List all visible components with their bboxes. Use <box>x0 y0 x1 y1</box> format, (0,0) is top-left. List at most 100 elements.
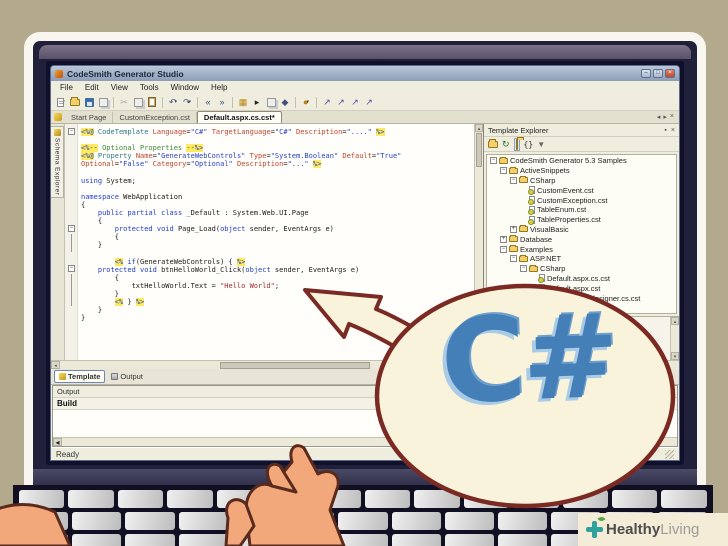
tab-customexception-cst[interactable]: CustomException.cst <box>113 112 197 123</box>
generate-icon[interactable]: ● ▾ <box>300 96 312 108</box>
keyboard-key <box>125 534 175 546</box>
tree-item-label: ASP.NET <box>530 254 562 264</box>
tree-item[interactable]: CustomEvent.cst <box>487 185 676 196</box>
scroll-up-icon[interactable]: ▴ <box>671 317 679 325</box>
collapse-icon[interactable]: − <box>520 265 527 273</box>
keyboard-key <box>19 534 69 546</box>
subpanel-scrollbar[interactable]: ▴ ▾ <box>670 317 679 360</box>
template-explorer-toolbar: ↻ {} ▼ <box>484 137 679 152</box>
expand-icon[interactable]: + <box>500 235 507 243</box>
outline-collapse-box[interactable]: − <box>68 265 75 272</box>
open-folder-icon[interactable] <box>488 138 498 148</box>
braces-icon[interactable]: {} <box>524 140 534 149</box>
maximize-button[interactable]: □ <box>653 69 663 78</box>
code-line: <%-- Optional Properties --%> <box>81 144 204 153</box>
cut-icon[interactable]: ✂ <box>118 96 130 108</box>
tree-item[interactable]: − CSharp <box>487 264 676 274</box>
tab-default-aspx-cs-cst-[interactable]: Default.aspx.cs.cst* <box>196 111 282 123</box>
close-icon[interactable]: × <box>671 127 675 134</box>
tab-scroll-left-icon[interactable]: ◂ <box>657 113 661 121</box>
toolbar-separator <box>316 96 317 108</box>
tree-item[interactable]: TableProperties.cst <box>487 215 676 225</box>
tree-item-label: Database <box>520 234 553 244</box>
tab-template[interactable]: Template <box>54 370 106 383</box>
sync-icon[interactable]: ↻ <box>502 139 510 150</box>
tree-item[interactable]: − CSharp <box>487 176 676 186</box>
scroll-down-icon[interactable]: ▾ <box>671 352 679 360</box>
folder-view-icon[interactable] <box>513 137 520 151</box>
expand-icon[interactable]: + <box>510 225 517 233</box>
undo-icon[interactable]: ↶ ▾ <box>167 96 179 108</box>
copy-output-glyph <box>266 97 276 107</box>
template-explorer-titlebar[interactable]: Template Explorer ▪ × <box>484 124 679 137</box>
menu-view[interactable]: View <box>105 83 134 92</box>
view-code-icon[interactable]: ◆ <box>279 96 291 108</box>
tree-item[interactable]: − CodeSmith Generator 5.3 Samples <box>487 156 676 166</box>
folder-icon <box>509 245 518 253</box>
outline-collapse-box[interactable]: − <box>68 128 75 135</box>
template-explorer-title: Template Explorer <box>488 125 549 135</box>
collapse-icon[interactable]: − <box>500 167 507 175</box>
tab-scroll-right-icon[interactable]: ▸ <box>663 113 667 121</box>
snippet-3-icon[interactable]: ↗ <box>349 96 361 108</box>
output-scrollbar[interactable]: ◂ <box>53 437 677 447</box>
redo-icon[interactable]: ↷ ▾ <box>181 96 193 108</box>
build-icon[interactable]: ▦ <box>237 96 249 108</box>
save-icon[interactable] <box>83 96 95 108</box>
tree-item[interactable]: CustomException.cst <box>487 195 676 206</box>
uncomment-icon[interactable]: « <box>202 96 214 108</box>
collapse-icon[interactable]: − <box>500 245 507 253</box>
menu-tools[interactable]: Tools <box>134 83 165 92</box>
menu-edit[interactable]: Edit <box>79 83 105 92</box>
minimize-button[interactable]: ‒ <box>641 69 651 78</box>
tab-close-icon[interactable]: × <box>670 113 674 121</box>
collapse-icon[interactable]: − <box>510 176 517 184</box>
copy-output-icon[interactable] <box>265 96 277 108</box>
schema-explorer-label: Schema Explorer <box>53 138 61 196</box>
paste-icon[interactable] <box>146 96 158 108</box>
scroll-left-icon[interactable]: ◂ <box>51 361 60 369</box>
run-icon[interactable]: ▸ <box>251 96 263 108</box>
filter-icon[interactable]: ▼ <box>537 140 545 149</box>
schema-explorer-tab[interactable]: Schema Explorer <box>51 126 64 199</box>
tab-start-page[interactable]: Start Page <box>65 112 114 123</box>
folder-icon <box>499 156 508 164</box>
window-titlebar[interactable]: CodeSmith Generator Studio ‒ □ × <box>51 66 679 81</box>
menu-file[interactable]: File <box>54 83 79 92</box>
scroll-up-icon[interactable]: ▴ <box>475 124 483 132</box>
tree-item[interactable]: − ActiveSnippets <box>487 166 676 176</box>
scrollbar-thumb[interactable] <box>476 133 482 167</box>
tree-item[interactable]: + Database <box>487 234 676 244</box>
outline-collapse-box[interactable]: − <box>68 225 75 232</box>
keyboard-key <box>338 512 388 530</box>
tree-item[interactable]: TableEnum.cst <box>487 205 676 215</box>
snippet-4-icon[interactable]: ↗ <box>363 96 375 108</box>
tree-item[interactable]: Default.aspx.cs.cst <box>487 274 676 284</box>
tab-label: Output <box>120 372 143 381</box>
collapse-icon[interactable]: − <box>510 255 517 263</box>
scrollbar-thumb[interactable] <box>220 361 370 369</box>
copy-icon[interactable] <box>132 96 144 108</box>
tree-item[interactable]: − Examples <box>487 244 676 254</box>
tree-item[interactable]: − ASP.NET <box>487 254 676 264</box>
close-button[interactable]: × <box>665 69 675 78</box>
resize-grip[interactable] <box>665 449 674 459</box>
keyboard-key <box>498 534 548 546</box>
snippet-2-icon[interactable]: ↗ <box>335 96 347 108</box>
file-icon <box>528 196 535 206</box>
comment-icon[interactable]: » <box>216 96 228 108</box>
collapse-icon[interactable]: − <box>490 157 497 165</box>
scroll-left-icon[interactable]: ◂ <box>53 438 62 447</box>
keyboard-key <box>315 490 361 508</box>
open-file-icon[interactable] <box>69 96 81 108</box>
toolbar-separator <box>197 96 198 108</box>
print-icon[interactable] <box>97 96 109 108</box>
tab-output[interactable]: Output <box>107 371 147 382</box>
snippet-1-icon[interactable]: ↗ <box>321 96 333 108</box>
tree-item[interactable]: + VisualBasic <box>487 225 676 235</box>
pin-icon[interactable]: ▪ <box>664 127 666 134</box>
menu-window[interactable]: Window <box>165 83 205 92</box>
new-file-icon[interactable]: ▾ <box>55 96 67 108</box>
menu-help[interactable]: Help <box>205 83 233 92</box>
code-editor[interactable]: − − − <%@ CodeTemplate Language="C#" Tar… <box>65 124 474 360</box>
